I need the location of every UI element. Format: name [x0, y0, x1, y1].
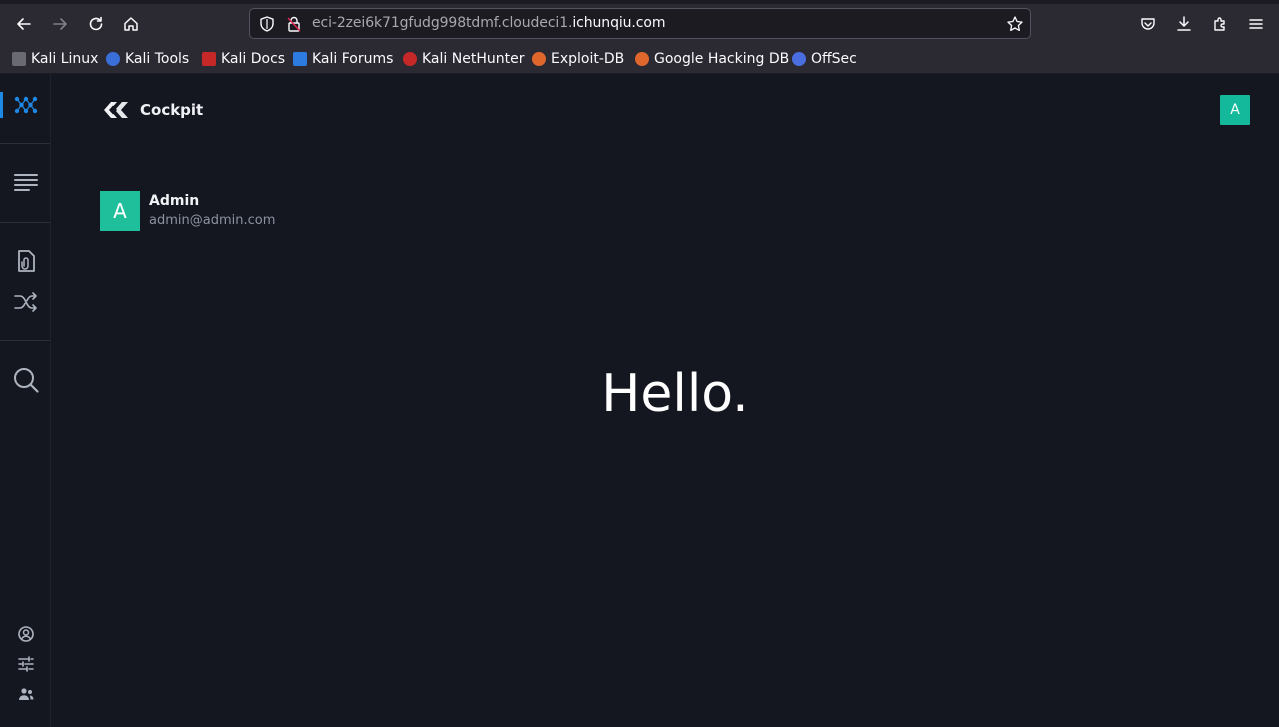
user-card[interactable]: A Admin admin@admin.com: [100, 191, 275, 231]
sidebar-item-dashboard[interactable]: [11, 90, 41, 120]
bookmark-label: Kali Tools: [125, 51, 190, 67]
users-icon: [19, 688, 34, 700]
kali-dragon-icon: [12, 52, 26, 66]
bookmark-label: Kali NetHunter: [422, 51, 525, 67]
url-subdomain: eci-2zei6k71gfudg998tdmf.cloudeci1.: [312, 15, 573, 31]
home-button[interactable]: [117, 10, 145, 38]
sidebar-item-assets[interactable]: [11, 246, 41, 276]
back-button[interactable]: [10, 10, 38, 38]
insecure-lock-icon[interactable]: [286, 15, 302, 33]
avatar: A: [100, 191, 140, 231]
bookmark-google-hacking-db[interactable]: Google Hacking DB: [635, 50, 789, 68]
shield-icon[interactable]: [258, 15, 276, 33]
cockpit-logo-icon: [104, 102, 128, 118]
bookmark-label: Google Hacking DB: [654, 51, 790, 67]
url-domain: ichunqiu.com: [572, 15, 666, 31]
address-bar[interactable]: eci-2zei6k71gfudg998tdmf.cloudeci1.ichun…: [249, 8, 1031, 39]
url-text[interactable]: eci-2zei6k71gfudg998tdmf.cloudeci1.ichun…: [312, 15, 665, 31]
user-email: admin@admin.com: [149, 213, 276, 228]
pocket-icon: [1141, 18, 1155, 30]
bookmark-label: OffSec: [811, 51, 857, 67]
bookmark-kali-tools[interactable]: Kali Tools: [106, 50, 189, 68]
bookmark-label: Kali Forums: [312, 51, 394, 67]
ghdb-icon: [635, 52, 649, 66]
arrow-left-icon: [17, 18, 31, 30]
file-attachment-icon: [18, 250, 35, 272]
sidebar-separator: [0, 143, 50, 144]
kali-docs-icon: [202, 52, 216, 66]
bookmark-offsec[interactable]: OffSec: [792, 50, 857, 68]
bookmark-kali-forums[interactable]: Kali Forums: [293, 50, 393, 68]
reload-button[interactable]: [82, 10, 110, 38]
downloads-button[interactable]: [1170, 10, 1198, 38]
kali-nethunter-icon: [403, 52, 417, 66]
browser-toolbar: eci-2zei6k71gfudg998tdmf.cloudeci1.ichun…: [0, 4, 1279, 42]
bookmarks-toolbar: Kali Linux Kali Tools Kali Docs Kali For…: [0, 42, 1279, 74]
sidebar-active-indicator: [0, 92, 3, 118]
bookmark-kali-linux[interactable]: Kali Linux: [12, 50, 98, 68]
user-circle-icon: [18, 626, 34, 642]
bookmark-exploit-db[interactable]: Exploit-DB: [532, 50, 624, 68]
exploit-db-icon: [532, 52, 546, 66]
brand[interactable]: Cockpit: [100, 98, 203, 122]
cockpit-app: Cockpit A A Admin admin@admin.com Hello.: [0, 74, 1279, 727]
sliders-icon: [18, 656, 34, 672]
sidebar-item-content[interactable]: [11, 168, 41, 198]
sidebar-item-users[interactable]: [11, 679, 41, 709]
extensions-button[interactable]: [1206, 10, 1234, 38]
sidebar-separator: [0, 222, 50, 223]
user-info: Admin admin@admin.com: [149, 191, 275, 231]
puzzle-icon: [1214, 17, 1225, 31]
dashboard-nodes-icon: [14, 96, 38, 114]
reload-icon: [89, 16, 103, 31]
bookmark-label: Kali Docs: [221, 51, 286, 67]
sidebar-item-settings[interactable]: [11, 649, 41, 679]
bookmark-star-icon[interactable]: [1006, 15, 1024, 33]
menu-button[interactable]: [1242, 10, 1270, 38]
hamburger-icon: [1249, 19, 1263, 29]
home-icon: [124, 17, 138, 31]
shuffle-icon: [14, 292, 37, 312]
kali-tools-icon: [106, 52, 120, 66]
account-avatar-button[interactable]: A: [1220, 95, 1250, 125]
sidebar-separator: [0, 340, 50, 341]
forward-button[interactable]: [46, 10, 74, 38]
download-icon: [1177, 16, 1191, 31]
bookmark-label: Kali Linux: [31, 51, 99, 67]
bookmark-kali-nethunter[interactable]: Kali NetHunter: [403, 50, 524, 68]
user-name: Admin: [149, 193, 200, 209]
brand-name: Cockpit: [140, 101, 204, 119]
greeting-heading: Hello.: [601, 364, 749, 424]
bookmark-label: Exploit-DB: [551, 51, 625, 67]
pocket-button[interactable]: [1134, 10, 1162, 38]
sidebar-item-shuffle[interactable]: [11, 287, 41, 317]
offsec-icon: [792, 52, 806, 66]
kali-forums-icon: [293, 52, 307, 66]
bookmark-kali-docs[interactable]: Kali Docs: [202, 50, 285, 68]
text-lines-icon: [14, 174, 38, 191]
arrow-right-icon: [53, 18, 67, 30]
sidebar-item-account[interactable]: [11, 619, 41, 649]
